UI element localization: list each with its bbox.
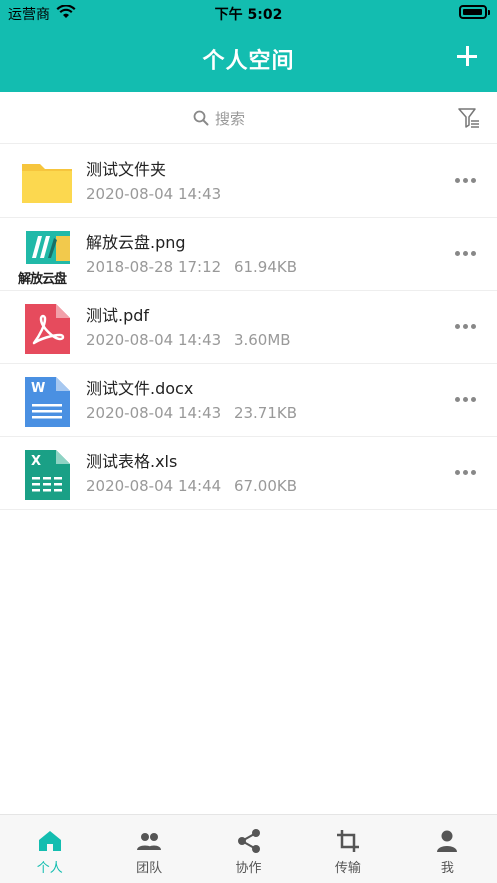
tab-personal[interactable]: 个人 — [0, 815, 99, 883]
list-item[interactable]: X 测试表格.xls 2020-08-04 14:44 67.00KB — [0, 437, 497, 510]
file-name: 测试文件.docx — [86, 379, 194, 398]
list-item[interactable]: 测试.pdf 2020-08-04 14:43 3.60MB — [0, 291, 497, 364]
docx-badge: W — [31, 381, 46, 396]
search-icon — [193, 110, 209, 126]
xls-badge: X — [31, 454, 42, 469]
tab-transfer[interactable]: 传输 — [298, 815, 397, 883]
tab-label: 团队 — [136, 861, 163, 876]
tab-team[interactable]: 团队 — [99, 815, 198, 883]
file-date: 2020-08-04 14:43 — [86, 185, 222, 203]
file-meta: 2020-08-04 14:43 3.60MB — [86, 331, 291, 349]
more-icon[interactable] — [455, 469, 477, 477]
person-icon — [437, 830, 458, 852]
file-name: 测试表格.xls — [86, 452, 178, 471]
file-date: 2020-08-04 14:43 — [86, 404, 222, 422]
team-icon — [137, 833, 162, 850]
search-bar: 搜索 — [0, 92, 497, 144]
share-icon — [237, 829, 260, 853]
status-bar: 运营商 下午 5:02 — [0, 0, 497, 26]
tab-label: 传输 — [334, 861, 361, 876]
tab-me[interactable]: 我 — [398, 815, 497, 883]
file-size: 3.60MB — [233, 331, 291, 349]
battery-icon — [459, 5, 490, 19]
pdf-file-icon — [25, 304, 70, 354]
file-list: 测试文件夹 2020-08-04 14:43 解放云盘 解放云盘.png 201… — [0, 145, 497, 510]
folder-icon — [22, 164, 72, 203]
file-meta: 2020-08-04 14:43 — [86, 185, 221, 203]
more-icon[interactable] — [455, 396, 477, 404]
list-item[interactable]: 测试文件夹 2020-08-04 14:43 — [0, 145, 497, 218]
file-meta: 2020-08-04 14:44 67.00KB — [86, 477, 297, 495]
home-icon — [38, 831, 61, 851]
search-input[interactable]: 搜索 — [193, 107, 245, 129]
transfer-icon — [336, 830, 359, 852]
file-name: 测试文件夹 — [86, 160, 167, 179]
list-item[interactable]: 解放云盘 解放云盘.png 2018-08-28 17:12 61.94KB — [0, 218, 497, 291]
file-date: 2018-08-28 17:12 — [86, 258, 222, 276]
file-size: 61.94KB — [233, 258, 298, 276]
logo-text: 解放云盘 — [18, 272, 67, 287]
file-name: 测试.pdf — [86, 306, 150, 325]
more-icon[interactable] — [455, 177, 477, 185]
list-item[interactable]: W 测试文件.docx 2020-08-04 14:43 23.71KB — [0, 364, 497, 437]
more-icon[interactable] — [455, 323, 477, 331]
file-date: 2020-08-04 14:44 — [86, 477, 222, 495]
filter-icon[interactable] — [457, 106, 481, 130]
docx-file-icon — [25, 377, 70, 427]
xls-file-icon — [25, 450, 70, 500]
page-title: 个人空间 — [202, 49, 295, 74]
clock: 下午 5:02 — [214, 7, 283, 23]
file-size: 23.71KB — [233, 404, 298, 422]
tab-label: 个人 — [36, 861, 63, 876]
tab-collab[interactable]: 协作 — [199, 815, 298, 883]
tab-label: 我 — [440, 861, 454, 876]
file-name: 解放云盘.png — [86, 233, 186, 252]
plus-icon[interactable] — [455, 44, 479, 68]
tab-bar: 个人 团队 协作 传输 我 — [0, 814, 497, 883]
more-icon[interactable] — [455, 250, 477, 258]
tab-label: 协作 — [235, 861, 262, 876]
app-header: 运营商 下午 5:02 个人空间 — [0, 0, 497, 92]
file-meta: 2020-08-04 14:43 23.71KB — [86, 404, 297, 422]
file-size: 67.00KB — [233, 477, 298, 495]
file-date: 2020-08-04 14:43 — [86, 331, 222, 349]
search-placeholder: 搜索 — [215, 109, 246, 128]
file-meta: 2018-08-28 17:12 61.94KB — [86, 258, 297, 276]
